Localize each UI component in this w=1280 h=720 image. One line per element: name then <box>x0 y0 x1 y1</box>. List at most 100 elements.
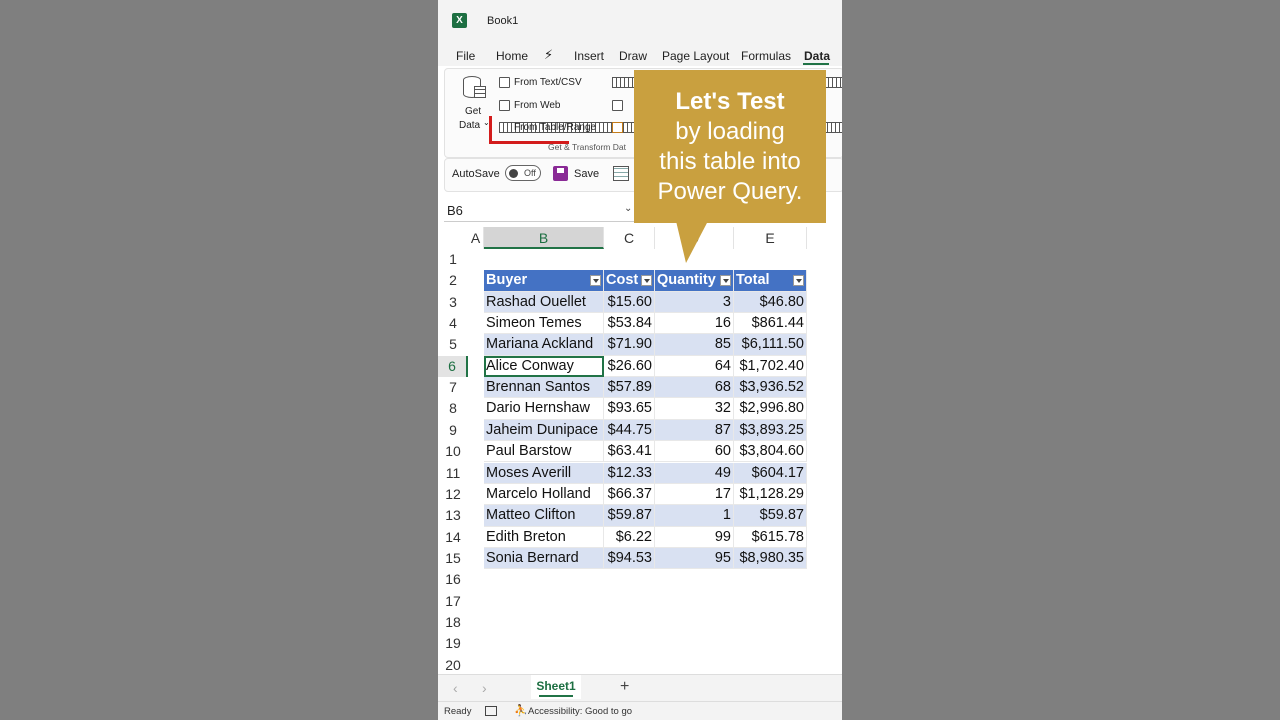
from-web-button[interactable]: From Web <box>514 100 561 111</box>
table-cell[interactable]: $6,111.50 <box>734 334 807 356</box>
tab-file[interactable]: File <box>456 49 475 63</box>
sheet-tab-sheet1[interactable]: Sheet1 <box>531 675 581 699</box>
table-cell[interactable]: $604.17 <box>734 462 807 484</box>
name-box[interactable]: B6 ⌄ <box>444 199 636 222</box>
table-cell[interactable]: $63.41 <box>604 441 655 463</box>
table-cell[interactable]: $66.37 <box>604 483 655 506</box>
table-cell[interactable]: $15.60 <box>604 291 655 314</box>
row-header-5[interactable]: 5 <box>438 334 468 355</box>
row-header-8[interactable]: 8 <box>438 398 468 419</box>
table-cell[interactable]: $615.78 <box>734 526 807 548</box>
add-sheet-button[interactable]: + <box>620 678 629 696</box>
table-cell[interactable]: $1,128.29 <box>734 483 807 506</box>
table-cell[interactable]: Jaheim Dunipace <box>484 419 604 442</box>
accessibility-icon[interactable]: ⛹ <box>514 704 528 717</box>
tab-formulas[interactable]: Formulas <box>741 49 791 63</box>
row-header-7[interactable]: 7 <box>438 377 468 398</box>
table-cell[interactable]: 85 <box>655 334 734 356</box>
table-cell[interactable]: 64 <box>655 355 734 378</box>
table-cell[interactable]: $94.53 <box>604 547 655 570</box>
from-picture-icon[interactable] <box>612 122 623 133</box>
filter-dropdown-icon[interactable] <box>793 275 804 287</box>
row-header-19[interactable]: 19 <box>438 633 468 654</box>
row-header-13[interactable]: 13 <box>438 505 468 526</box>
row-header-15[interactable]: 15 <box>438 548 468 569</box>
table-cell[interactable]: $26.60 <box>604 355 655 378</box>
filter-dropdown-icon[interactable] <box>720 275 731 287</box>
table-cell[interactable]: Rashad Ouellet <box>484 291 604 314</box>
column-header-c[interactable]: C <box>604 227 655 249</box>
table-cell[interactable]: Moses Averill <box>484 462 604 484</box>
table-cell[interactable]: $3,804.60 <box>734 441 807 463</box>
table-cell[interactable]: 16 <box>655 313 734 335</box>
table-cell[interactable]: $53.84 <box>604 313 655 335</box>
table-cell[interactable]: 3 <box>655 291 734 314</box>
table-header-cell[interactable]: Buyer <box>484 270 604 292</box>
table-cell[interactable]: Dario Hernshaw <box>484 398 604 420</box>
table-cell[interactable]: $44.75 <box>604 419 655 442</box>
table-cell[interactable]: $46.80 <box>734 291 807 314</box>
row-header-11[interactable]: 11 <box>438 463 468 484</box>
table-cell[interactable]: $3,893.25 <box>734 419 807 442</box>
macro-recording-icon[interactable] <box>485 706 497 716</box>
table-cell[interactable]: 49 <box>655 462 734 484</box>
filter-dropdown-icon[interactable] <box>641 275 652 287</box>
table-cell[interactable]: $12.33 <box>604 462 655 484</box>
column-header-a[interactable]: A <box>468 227 484 249</box>
row-header-20[interactable]: 20 <box>438 655 468 676</box>
row-header-16[interactable]: 16 <box>438 569 468 590</box>
table-cell[interactable]: $59.87 <box>734 505 807 527</box>
filter-dropdown-icon[interactable] <box>590 275 601 287</box>
table-cell[interactable]: $2,996.80 <box>734 398 807 420</box>
row-header-12[interactable]: 12 <box>438 484 468 505</box>
table-cell[interactable]: Paul Barstow <box>484 441 604 463</box>
table-cell[interactable]: Marcelo Holland <box>484 483 604 506</box>
row-header-18[interactable]: 18 <box>438 612 468 633</box>
table-cell[interactable]: Brennan Santos <box>484 377 604 399</box>
table-cell[interactable]: 1 <box>655 505 734 527</box>
table-cell[interactable]: 95 <box>655 547 734 570</box>
table-cell[interactable]: Edith Breton <box>484 526 604 548</box>
table-cell[interactable]: 87 <box>655 419 734 442</box>
save-icon[interactable] <box>553 166 568 181</box>
table-cell[interactable]: $8,980.35 <box>734 547 807 570</box>
save-button[interactable]: Save <box>574 168 599 180</box>
row-header-14[interactable]: 14 <box>438 527 468 548</box>
table-cell[interactable]: 32 <box>655 398 734 420</box>
tab-draw[interactable]: Draw <box>619 49 647 63</box>
table-cell[interactable]: $861.44 <box>734 313 807 335</box>
row-header-10[interactable]: 10 <box>438 441 468 462</box>
table-cell[interactable]: Mariana Ackland <box>484 334 604 356</box>
row-header-6[interactable]: 6 <box>438 355 468 378</box>
table-cell[interactable]: $3,936.52 <box>734 377 807 399</box>
table-cell[interactable]: 17 <box>655 483 734 506</box>
row-header-4[interactable]: 4 <box>438 313 468 334</box>
table-cell[interactable]: 68 <box>655 377 734 399</box>
table-cell[interactable]: $6.22 <box>604 526 655 548</box>
tab-insert[interactable]: Insert <box>574 49 604 63</box>
row-header-1[interactable]: 1 <box>438 249 468 270</box>
accessibility-status[interactable]: Accessibility: Good to go <box>528 706 632 717</box>
existing-connections-icon[interactable] <box>612 100 623 111</box>
table-cell[interactable]: Matteo Clifton <box>484 505 604 527</box>
table-cell[interactable]: 99 <box>655 526 734 548</box>
form-icon[interactable] <box>613 166 629 181</box>
table-cell[interactable]: Simeon Temes <box>484 313 604 335</box>
tab-data[interactable]: Data <box>804 49 830 63</box>
get-data-label-line1[interactable]: Get <box>465 106 481 117</box>
lightning-icon[interactable]: ⚡ <box>544 47 553 63</box>
tab-page-layout[interactable]: Page Layout <box>662 49 729 63</box>
from-text-csv-button[interactable]: From Text/CSV <box>514 77 582 88</box>
row-header-17[interactable]: 17 <box>438 591 468 612</box>
table-cell[interactable]: 60 <box>655 441 734 463</box>
get-data-label-line2[interactable]: Data <box>459 120 480 131</box>
autosave-toggle[interactable]: Off <box>505 165 541 181</box>
prev-sheet-icon[interactable]: ‹ <box>453 680 458 696</box>
table-cell[interactable]: $57.89 <box>604 377 655 399</box>
column-header-b[interactable]: B <box>484 227 604 249</box>
table-cell[interactable]: Alice Conway <box>484 355 604 378</box>
next-sheet-icon[interactable]: › <box>482 680 487 696</box>
table-cell[interactable]: $1,702.40 <box>734 355 807 378</box>
chevron-down-icon[interactable]: ⌄ <box>624 203 632 214</box>
table-cell[interactable]: $59.87 <box>604 505 655 527</box>
